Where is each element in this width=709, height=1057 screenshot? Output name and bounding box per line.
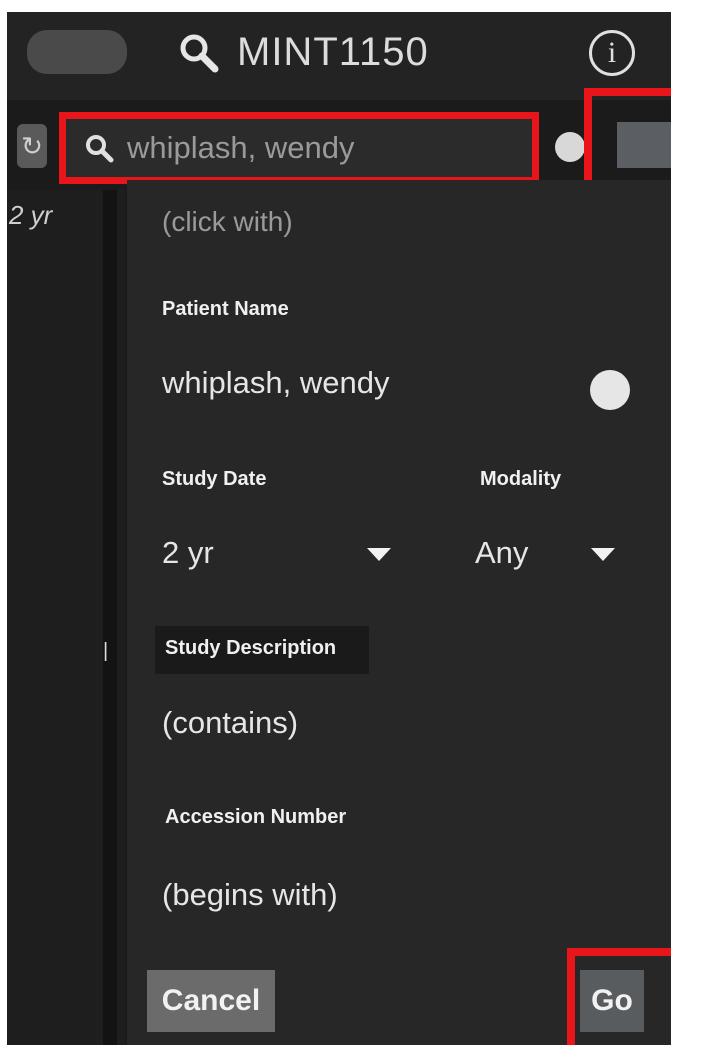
info-icon[interactable]: i [589,30,635,76]
study-date-label: Study Date [162,468,267,490]
list-divider [103,190,117,1045]
accession-number-label: Accession Number [165,806,347,828]
modality-label: Modality [480,468,562,490]
go-button[interactable]: Go [580,970,644,1032]
study-list-background [7,190,125,1045]
modality-select[interactable]: Any [475,535,528,571]
dropdown-caret-icon[interactable] [591,548,615,561]
patient-name-field[interactable]: whiplash, wendy [162,365,389,401]
clipped-hint: (click with) [162,206,293,237]
accession-number-field[interactable]: (begins with) [162,877,338,913]
search-icon[interactable] [177,31,221,75]
toggle-knob[interactable] [555,132,585,162]
app-title: MINT1150 [237,30,429,74]
clear-icon[interactable] [590,370,630,410]
study-description-label: Study Description [165,637,337,659]
app-screen: MINT1150 i ↻ 2 yr | (click with) Patient… [7,12,671,1045]
top-app-bar: MINT1150 i [7,12,671,100]
study-date-select[interactable]: 2 yr [162,535,214,571]
search-bar[interactable] [59,112,539,184]
cancel-button[interactable]: Cancel [147,970,275,1032]
search-icon [76,125,121,171]
dropdown-caret-icon[interactable] [367,548,391,561]
search-options-button[interactable] [617,122,671,168]
list-marker: | [103,640,109,662]
study-description-field[interactable]: (contains) [162,705,298,741]
patient-name-label: Patient Name [162,298,289,320]
title-area: MINT1150 [177,30,429,75]
search-filter-panel: (click with) Patient Name whiplash, wend… [127,180,671,1045]
age-label: 2 yr [9,200,53,230]
search-input[interactable] [121,130,532,166]
back-button[interactable] [27,30,127,74]
refresh-icon[interactable]: ↻ [17,124,47,168]
